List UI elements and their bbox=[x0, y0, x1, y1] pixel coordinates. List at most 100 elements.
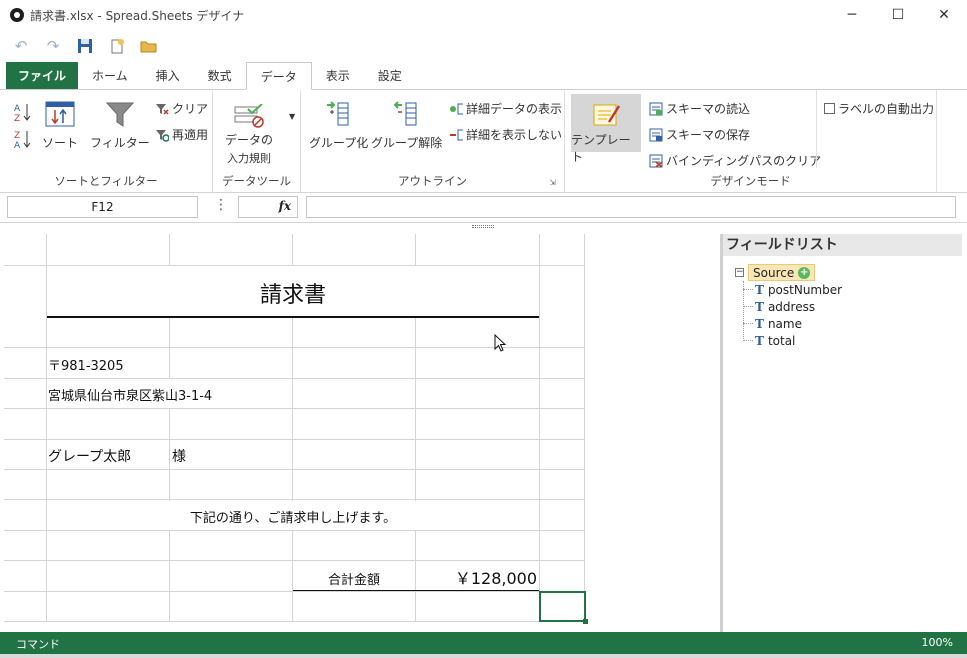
field-label: postNumber bbox=[767, 282, 843, 297]
formula-input[interactable] bbox=[306, 196, 956, 218]
source-node[interactable]: Source + bbox=[748, 264, 816, 281]
save-icon bbox=[78, 39, 92, 53]
sort-filter-group: AZ ZA ソート フィルター クリア 再適用 ソートとフィルター bbox=[0, 90, 213, 193]
group-icon bbox=[324, 100, 354, 128]
text-field-icon: T bbox=[755, 282, 764, 297]
sort-filter-group-label: ソートとフィルター bbox=[54, 174, 158, 188]
field-list-panel: フィールドリスト − Source + T postNumber T addre… bbox=[720, 234, 962, 632]
undo-button[interactable]: ↶ bbox=[8, 33, 34, 59]
clear-binding-icon bbox=[649, 154, 663, 168]
data-validation-dropdown[interactable]: ▼ bbox=[289, 112, 295, 121]
selected-cell[interactable] bbox=[539, 591, 588, 624]
filter-funnel-icon bbox=[105, 100, 135, 128]
group-button[interactable]: グループ化 bbox=[309, 100, 368, 151]
save-schema-button[interactable]: スキーマの保存 bbox=[649, 126, 750, 143]
sort-ascending-button[interactable]: AZ bbox=[14, 102, 32, 122]
zoom-level[interactable]: 100% bbox=[922, 636, 953, 649]
ungroup-icon bbox=[392, 100, 422, 128]
grid-line bbox=[4, 621, 585, 622]
invoice-title: 請求書 bbox=[259, 283, 326, 308]
filter-button[interactable]: フィルター bbox=[90, 100, 150, 151]
grid-line bbox=[4, 591, 585, 592]
data-validation-button[interactable]: データの 入力規則 bbox=[225, 104, 273, 166]
tab-settings[interactable]: 設定 bbox=[364, 62, 416, 89]
grid-line bbox=[4, 439, 585, 440]
ribbon: AZ ZA ソート フィルター クリア 再適用 ソートとフィルター データの 入… bbox=[0, 90, 967, 193]
auto-label-checkbox[interactable]: ラベルの自動出力 bbox=[824, 100, 934, 117]
splitter-grip[interactable] bbox=[472, 225, 494, 228]
reapply-button[interactable]: 再適用 bbox=[155, 126, 208, 143]
redo-icon: ↷ bbox=[46, 37, 60, 55]
ungroup-button[interactable]: グループ解除 bbox=[371, 100, 442, 151]
more-options-icon[interactable]: ⋮ bbox=[214, 197, 228, 213]
collapse-icon[interactable]: − bbox=[735, 268, 744, 277]
ribbon-tabs: ファイル ホーム 挿入 数式 データ 表示 設定 bbox=[0, 62, 967, 90]
clear-filter-button[interactable]: クリア bbox=[155, 100, 208, 117]
show-detail-button[interactable]: 詳細データの表示 bbox=[449, 100, 562, 117]
load-schema-icon bbox=[649, 102, 663, 116]
sort-button[interactable]: ソート bbox=[42, 100, 78, 151]
add-field-icon[interactable]: + bbox=[798, 266, 811, 279]
text-field-icon: T bbox=[755, 333, 764, 348]
spreadsheet-grid[interactable]: 請求書 〒981-3205 宮城県仙台市泉区紫山3-1-4 グレープ太郎 様 下… bbox=[4, 234, 716, 632]
field-tree: − Source + T postNumber T address T name… bbox=[735, 264, 842, 349]
grid-line bbox=[4, 530, 585, 531]
load-schema-button[interactable]: スキーマの読込 bbox=[649, 100, 750, 117]
data-validation-label-1: データの bbox=[225, 133, 274, 147]
customer-name-cell: グレープ太郎 bbox=[48, 449, 132, 465]
grid-line bbox=[584, 234, 585, 622]
field-label: total bbox=[767, 333, 796, 348]
template-icon bbox=[591, 102, 621, 128]
grid-line bbox=[4, 469, 585, 470]
svg-text:Z: Z bbox=[14, 131, 20, 141]
tree-node-postnumber[interactable]: T postNumber bbox=[742, 281, 843, 298]
tree-node-address[interactable]: T address bbox=[742, 298, 842, 315]
tree-node-total[interactable]: T total bbox=[742, 332, 842, 349]
close-button[interactable]: ✕ bbox=[921, 0, 967, 30]
minimize-button[interactable]: ─ bbox=[829, 0, 875, 30]
data-tools-group: データの 入力規則 ▼ データツール bbox=[213, 90, 301, 193]
grid-line bbox=[539, 234, 540, 622]
data-tools-group-label: データツール bbox=[222, 174, 291, 188]
new-button[interactable] bbox=[104, 33, 130, 59]
hide-detail-icon bbox=[449, 128, 463, 142]
text-field-icon: T bbox=[755, 316, 764, 331]
field-label: address bbox=[767, 299, 816, 314]
tab-view[interactable]: 表示 bbox=[312, 62, 364, 89]
outline-dialog-launcher[interactable]: ⇲ bbox=[549, 178, 556, 187]
clear-binding-path-button[interactable]: バインディングパスのクリア bbox=[649, 152, 821, 169]
grid-line bbox=[4, 408, 585, 409]
tab-insert[interactable]: 挿入 bbox=[142, 62, 194, 89]
template-label: テンプレート bbox=[571, 133, 631, 164]
name-box[interactable]: F12 bbox=[7, 196, 198, 218]
tree-node-source[interactable]: − Source + bbox=[735, 264, 842, 281]
checkbox-box bbox=[824, 103, 835, 114]
save-button[interactable] bbox=[72, 33, 98, 59]
sort-ascending-icon: AZ bbox=[14, 104, 31, 122]
tree-connector bbox=[743, 281, 744, 341]
dropdown-arrow-icon: ▼ bbox=[289, 112, 296, 121]
maximize-button[interactable]: ☐ bbox=[875, 0, 921, 30]
save-schema-label: スキーマの保存 bbox=[666, 128, 751, 142]
tab-file[interactable]: ファイル bbox=[6, 62, 79, 89]
tab-data[interactable]: データ bbox=[245, 62, 312, 90]
open-button[interactable] bbox=[136, 33, 162, 59]
filter-label: フィルター bbox=[90, 136, 150, 150]
formula-bar: F12 ⋮ fx bbox=[0, 193, 967, 223]
open-folder-icon bbox=[140, 41, 157, 53]
redo-button[interactable]: ↷ bbox=[40, 33, 66, 59]
tree-node-name[interactable]: T name bbox=[742, 315, 842, 332]
total-value-cell: ￥128,000 bbox=[454, 569, 537, 588]
total-underline bbox=[293, 590, 539, 591]
template-button[interactable]: テンプレート bbox=[571, 94, 641, 164]
tab-formulas[interactable]: 数式 bbox=[194, 62, 246, 89]
dialog-launcher-icon: ⇲ bbox=[549, 178, 556, 187]
grid-line bbox=[4, 560, 585, 561]
svg-text:A: A bbox=[14, 104, 21, 114]
function-box[interactable]: fx bbox=[238, 196, 298, 218]
tab-home[interactable]: ホーム bbox=[78, 62, 142, 89]
clear-filter-icon bbox=[155, 102, 169, 116]
sort-descending-button[interactable]: ZA bbox=[14, 129, 32, 149]
window-title: 請求書.xlsx - Spread.Sheets デザイナ bbox=[30, 8, 245, 23]
hide-detail-button[interactable]: 詳細を表示しない bbox=[449, 126, 562, 143]
